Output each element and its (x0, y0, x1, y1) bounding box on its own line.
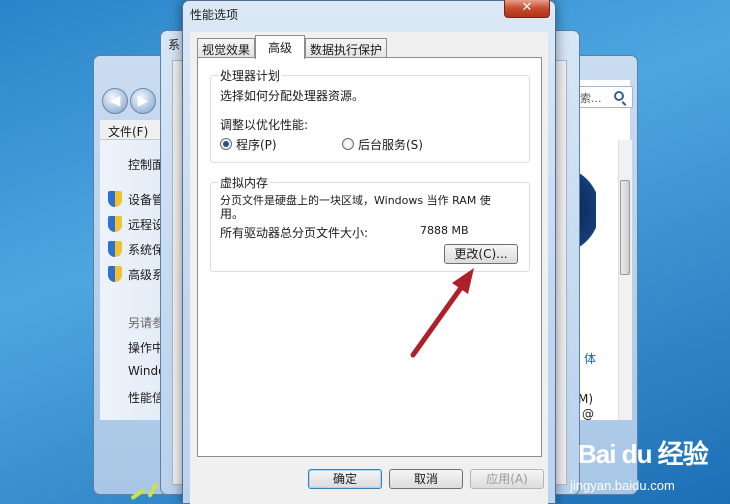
tab-advanced[interactable]: 高级 (255, 35, 305, 59)
baidu-jingyan-watermark: Bai du 经验 jingyan.baidu.com (560, 428, 730, 504)
watermark-url: jingyan.baidu.com (570, 478, 675, 493)
watermark-brand: Bai du 经验 (578, 439, 709, 469)
